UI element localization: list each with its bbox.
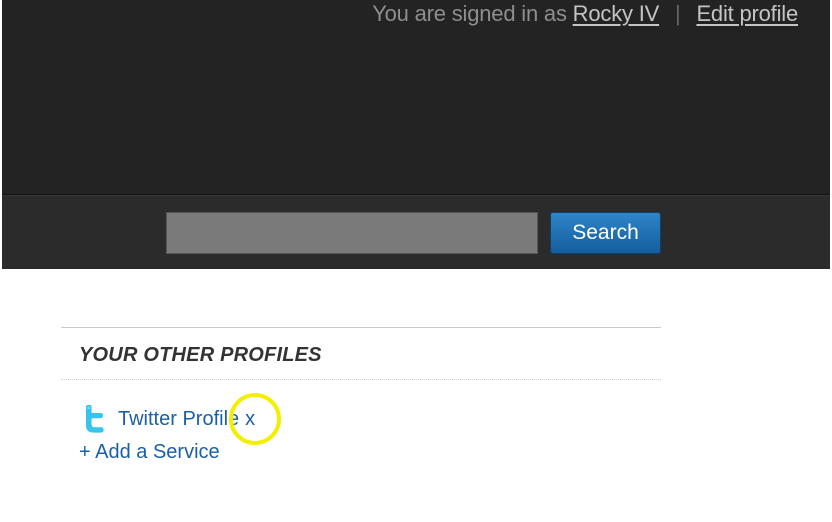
profile-item-twitter: Twitter Profile x <box>83 405 255 433</box>
section-dotted-divider <box>61 379 661 380</box>
signed-in-status: You are signed in as Rocky IV | Edit pro… <box>372 1 798 27</box>
add-service-link[interactable]: + Add a Service <box>79 441 220 464</box>
username-link[interactable]: Rocky IV <box>573 1 660 26</box>
search-bar: Search <box>2 195 830 269</box>
header-separator: | <box>675 1 681 26</box>
site-header: You are signed in as Rocky IV | Edit pro… <box>2 0 830 269</box>
twitter-profile-link[interactable]: Twitter Profile <box>118 408 239 431</box>
section-divider <box>61 327 661 328</box>
header-top: You are signed in as Rocky IV | Edit pro… <box>2 0 830 195</box>
remove-twitter-profile-button[interactable]: x <box>245 408 255 431</box>
section-title: YOUR OTHER PROFILES <box>79 344 322 366</box>
other-profiles-section: YOUR OTHER PROFILES Twitter Profile x + … <box>61 327 661 463</box>
search-input[interactable] <box>166 212 538 254</box>
page: You are signed in as Rocky IV | Edit pro… <box>0 0 832 522</box>
twitter-icon <box>83 405 107 433</box>
search-button[interactable]: Search <box>550 212 661 254</box>
signed-in-prefix: You are signed in as <box>372 1 567 26</box>
edit-profile-link[interactable]: Edit profile <box>696 1 798 26</box>
